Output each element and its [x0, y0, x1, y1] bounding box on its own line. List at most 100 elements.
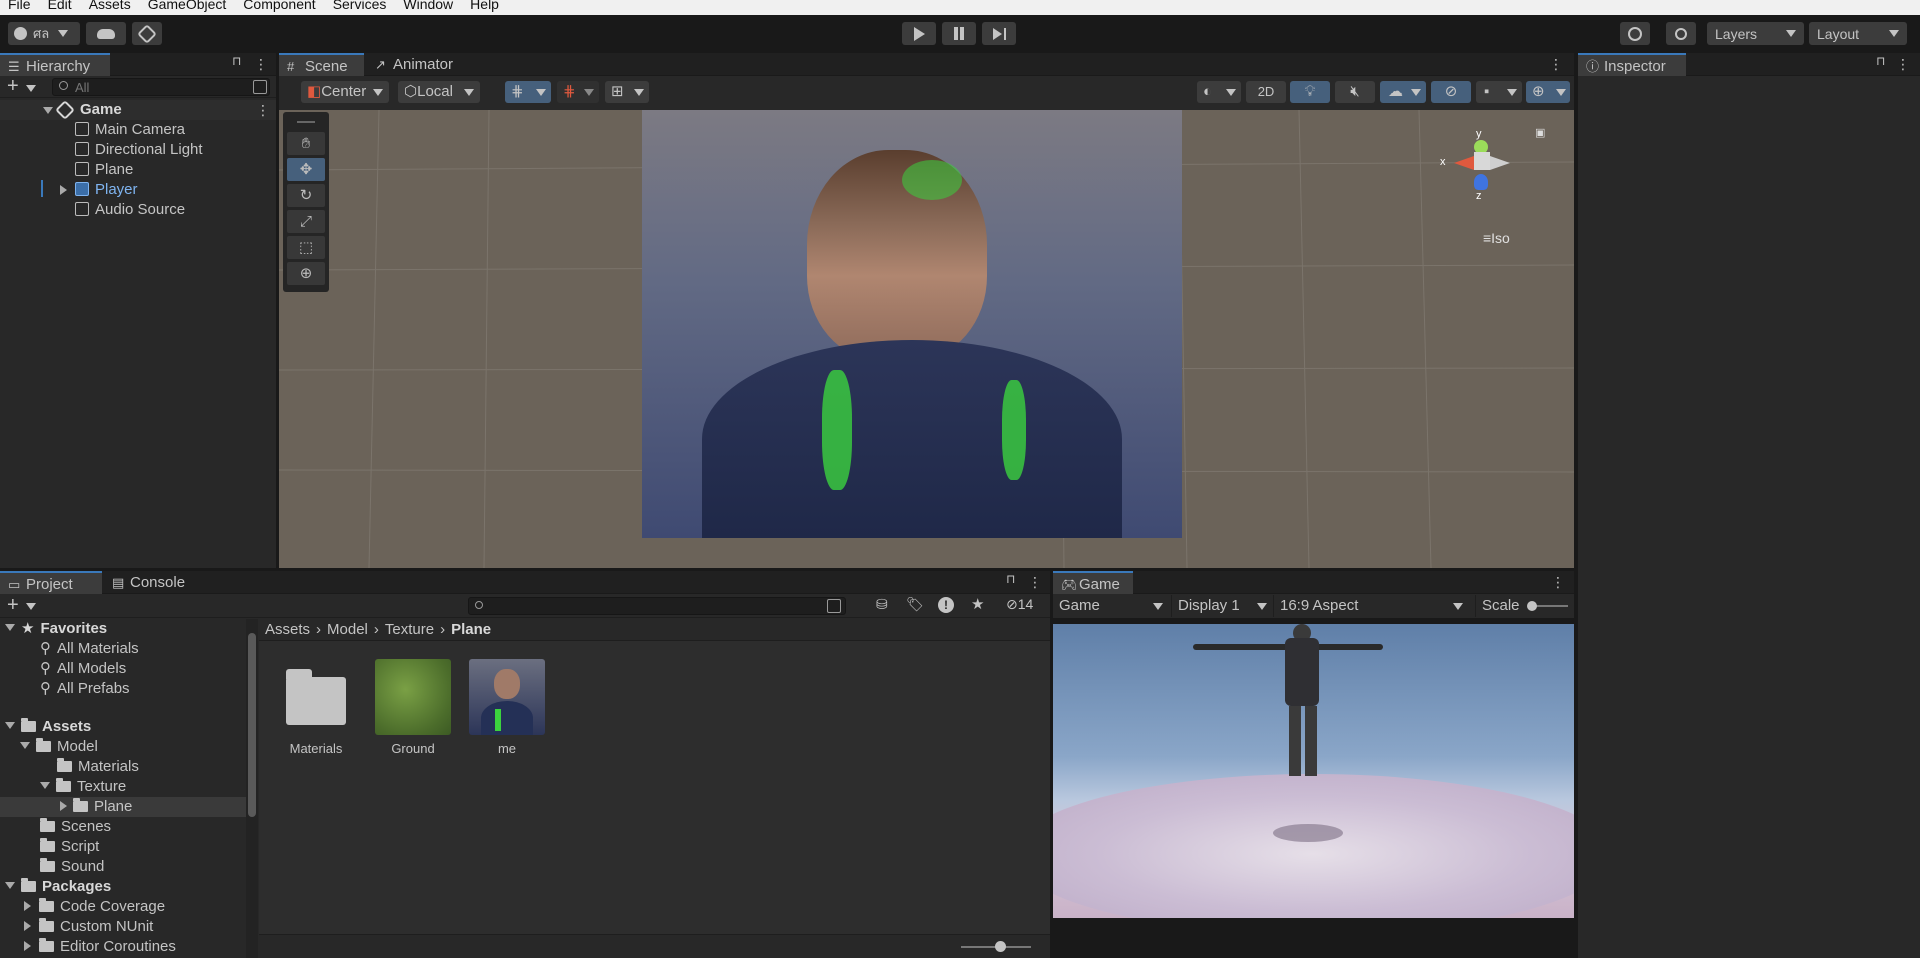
tab-inspector[interactable]: ⓘ Inspector: [1578, 53, 1686, 76]
tab-game[interactable]: 🎮︎ Game: [1053, 571, 1133, 594]
hierarchy-item[interactable]: Plane: [75, 160, 133, 180]
tab-animator[interactable]: ↗ Animator: [367, 53, 467, 76]
add-icon[interactable]: +: [7, 76, 19, 96]
gizmo-neg-x-axis[interactable]: [1490, 156, 1510, 170]
asset-tile[interactable]: me: [467, 659, 547, 756]
tree-item-sound[interactable]: Sound: [40, 857, 104, 877]
kebab-menu-icon[interactable]: ⋮: [256, 99, 270, 122]
gizmos-button[interactable]: ⊕: [1526, 81, 1570, 103]
grid-snap-button[interactable]: ⋕: [557, 81, 599, 103]
tree-item-materials[interactable]: Materials: [57, 757, 139, 777]
grid-visibility-button[interactable]: ⋕: [505, 81, 551, 103]
chevron-right-icon[interactable]: [60, 185, 67, 195]
scale-control[interactable]: Scale: [1475, 595, 1573, 617]
audio-button[interactable]: 🔇︎: [1335, 81, 1375, 103]
hierarchy-item[interactable]: Audio Source: [75, 200, 185, 220]
tree-item-script[interactable]: Script: [40, 837, 99, 857]
menu-assets[interactable]: Assets: [89, 0, 131, 11]
rect-tool-button[interactable]: ⬚: [287, 236, 325, 259]
drag-handle[interactable]: [297, 121, 315, 123]
rotate-tool-button[interactable]: ↻: [287, 184, 325, 207]
tree-item-scenes[interactable]: Scenes: [40, 817, 111, 837]
menu-edit[interactable]: Edit: [48, 0, 72, 11]
error-filter-icon[interactable]: !: [938, 597, 954, 613]
kebab-menu-icon[interactable]: ⋮: [1549, 53, 1563, 76]
services-button[interactable]: [132, 22, 162, 45]
play-button[interactable]: [902, 22, 936, 45]
breadcrumb-item[interactable]: Model: [327, 621, 368, 638]
packages-header[interactable]: Packages: [0, 877, 111, 897]
package-item[interactable]: Editor Coroutines: [24, 937, 176, 957]
hierarchy-item[interactable]: Directional Light: [75, 140, 203, 160]
menu-services[interactable]: Services: [333, 0, 387, 11]
tab-console[interactable]: ▤ Console: [104, 571, 204, 594]
chevron-down-icon[interactable]: [43, 107, 53, 114]
tab-scene[interactable]: # Scene: [279, 53, 364, 76]
pivot-dropdown[interactable]: ◧Center: [301, 81, 389, 103]
menu-gameobject[interactable]: GameObject: [148, 0, 227, 11]
space-dropdown[interactable]: ⬡Local: [398, 81, 480, 103]
asset-tile[interactable]: Materials: [276, 659, 356, 756]
tree-item-plane[interactable]: Plane: [0, 797, 246, 817]
scrollbar-thumb[interactable]: [248, 633, 256, 817]
cloud-button[interactable]: [86, 22, 126, 45]
layout-dropdown[interactable]: Layout: [1809, 22, 1907, 45]
project-search-field[interactable]: [468, 597, 846, 615]
display-dropdown[interactable]: Display 1: [1171, 595, 1271, 617]
menu-file[interactable]: File: [8, 0, 31, 11]
scale-tool-button[interactable]: ⤢: [287, 210, 325, 233]
camera-settings-button[interactable]: ▪: [1476, 81, 1522, 103]
search-button[interactable]: [1666, 22, 1696, 45]
menu-component[interactable]: Component: [243, 0, 315, 11]
effects-button[interactable]: ☁: [1380, 81, 1426, 103]
gizmo-center[interactable]: [1474, 152, 1490, 170]
gizmo-z-axis[interactable]: [1474, 174, 1488, 190]
favorite-item[interactable]: ⚲ All Models: [40, 659, 126, 679]
search-type-icon[interactable]: [827, 599, 841, 613]
favorite-item[interactable]: ⚲ All Materials: [40, 639, 139, 659]
lock-icon[interactable]: ▣: [1535, 126, 1545, 139]
asset-tile[interactable]: Ground: [373, 659, 453, 756]
favorites-header[interactable]: ★ Favorites: [0, 619, 107, 639]
menu-help[interactable]: Help: [470, 0, 499, 11]
kebab-menu-icon[interactable]: ⋮: [1028, 571, 1042, 594]
history-button[interactable]: [1620, 22, 1650, 45]
tab-hierarchy[interactable]: ☰ Hierarchy: [0, 53, 110, 76]
lock-icon[interactable]: ⊓: [1006, 572, 1015, 586]
breadcrumb-current[interactable]: Plane: [451, 621, 491, 638]
tree-item-model[interactable]: Model: [20, 737, 98, 757]
hierarchy-item[interactable]: Main Camera: [75, 120, 185, 140]
scale-slider-thumb[interactable]: [1527, 601, 1537, 611]
kebab-menu-icon[interactable]: ⋮: [254, 53, 268, 76]
hidden-packages-button[interactable]: ⊘14: [1006, 596, 1033, 613]
game-mode-dropdown[interactable]: Game: [1057, 595, 1167, 617]
filter-type-icon[interactable]: ⛁: [876, 596, 888, 613]
hierarchy-search-input[interactable]: [75, 79, 235, 95]
breadcrumb-item[interactable]: Texture: [385, 621, 434, 638]
assets-header[interactable]: Assets: [0, 717, 91, 737]
star-icon[interactable]: ★: [971, 595, 984, 613]
tree-scrollbar[interactable]: [246, 619, 258, 958]
label-icon[interactable]: 🏷︎: [906, 596, 924, 613]
account-dropdown[interactable]: ศล: [8, 22, 80, 45]
search-type-icon[interactable]: [253, 80, 267, 94]
chevron-down-icon[interactable]: [26, 603, 36, 610]
move-tool-button[interactable]: ✥: [287, 158, 325, 181]
hand-tool-button[interactable]: ✋︎: [287, 132, 325, 155]
hierarchy-search-field[interactable]: [52, 78, 270, 96]
package-item[interactable]: Code Coverage: [24, 897, 165, 917]
scene-viewport[interactable]: y x z ▣ ≡Iso: [279, 110, 1574, 568]
increment-snap-button[interactable]: ⊞: [605, 81, 649, 103]
kebab-menu-icon[interactable]: ⋮: [1551, 571, 1565, 594]
add-icon[interactable]: +: [7, 595, 19, 615]
layers-dropdown[interactable]: Layers: [1707, 22, 1804, 45]
hierarchy-item-player[interactable]: Player: [75, 180, 138, 200]
transform-tool-button[interactable]: ⊕: [287, 262, 325, 285]
toggle-2d-button[interactable]: 2D: [1246, 81, 1286, 103]
favorite-item[interactable]: ⚲ All Prefabs: [40, 679, 130, 699]
zoom-slider-thumb[interactable]: [995, 941, 1006, 952]
breadcrumb-item[interactable]: Assets: [265, 621, 310, 638]
scene-visibility-button[interactable]: ⊘: [1431, 81, 1471, 103]
chevron-down-icon[interactable]: [26, 85, 36, 92]
lighting-button[interactable]: 💡︎: [1290, 81, 1330, 103]
